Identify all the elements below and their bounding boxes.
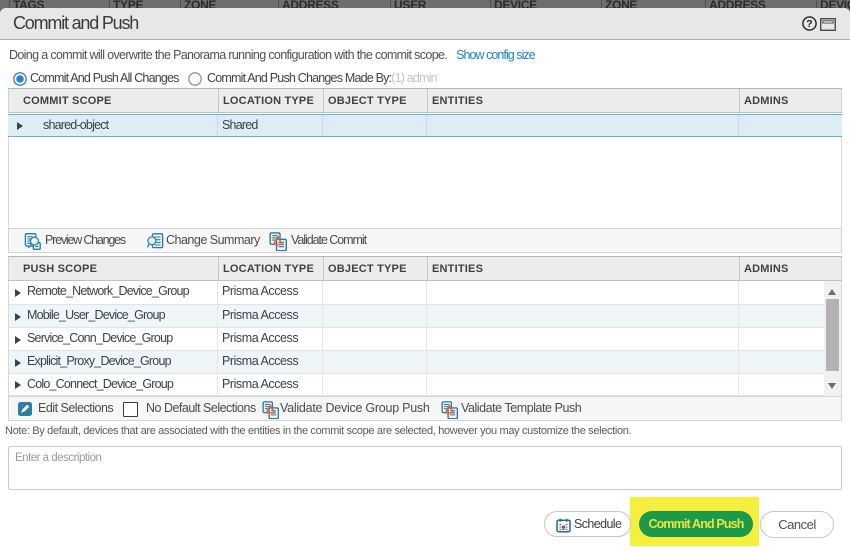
svg-text:?: ? <box>806 18 812 30</box>
